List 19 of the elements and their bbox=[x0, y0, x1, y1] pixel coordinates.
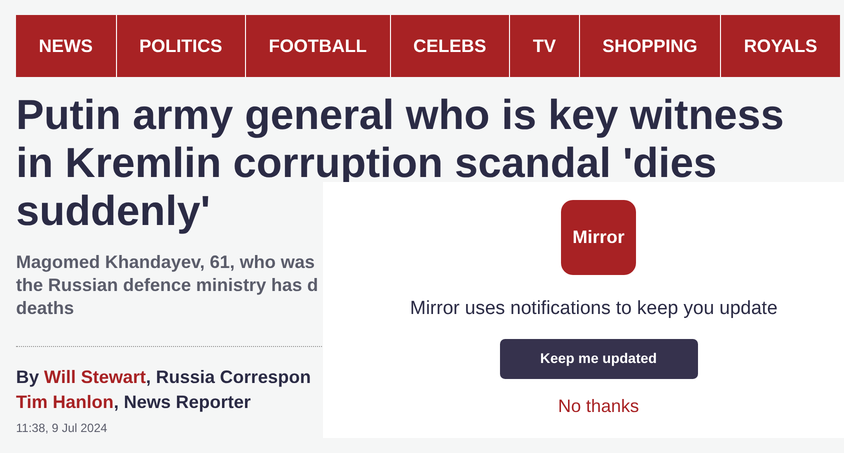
article-byline: By Will Stewart, Russia Correspon Tim Hanlon, News Reporter bbox=[16, 366, 311, 414]
notification-message: Mirror uses notifications to keep you update bbox=[410, 297, 778, 321]
headline-line: Putin army general who is key witness bbox=[16, 91, 784, 139]
author-link[interactable]: Will Stewart bbox=[44, 367, 146, 387]
headline-line: in Kremlin corruption scandal 'dies bbox=[16, 139, 717, 187]
keep-updated-button[interactable]: Keep me updated bbox=[500, 338, 698, 378]
no-thanks-button[interactable]: No thanks bbox=[558, 392, 640, 420]
headline-line: suddenly' bbox=[16, 187, 210, 235]
publish-time: 11:38, 9 Jul 2024 bbox=[16, 420, 108, 437]
nav-tab[interactable]: NEWS bbox=[16, 15, 116, 77]
nav-tab[interactable]: FOOTBALL bbox=[245, 15, 390, 77]
nav-tab[interactable]: TV bbox=[509, 15, 579, 77]
nav-tab[interactable]: POLITICS bbox=[116, 15, 246, 77]
mirror-logo: Mirror bbox=[561, 200, 636, 275]
nav-tab[interactable]: SHOPPING bbox=[578, 15, 720, 77]
nav-tab[interactable]: ROYALS bbox=[720, 15, 840, 77]
nav-tab[interactable]: CELEBS bbox=[390, 15, 510, 77]
article-standfirst: Magomed Khandayev, 61, who was the Russian defence ministry has d deaths bbox=[16, 251, 318, 320]
author-link[interactable]: Tim Hanlon bbox=[16, 392, 114, 412]
